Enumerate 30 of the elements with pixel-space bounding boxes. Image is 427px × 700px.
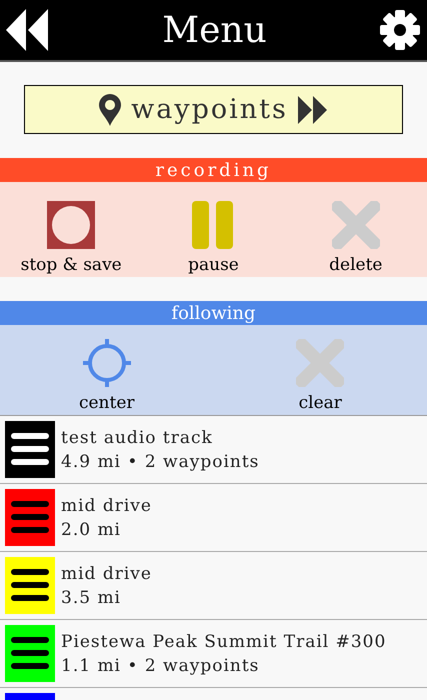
waypoints-button[interactable]: waypoints — [24, 85, 403, 134]
settings-button[interactable] — [378, 9, 421, 51]
section-title: following — [171, 302, 256, 324]
pause-icon — [192, 201, 234, 249]
track-name: mid drive — [61, 496, 152, 516]
track-name: mid drive — [61, 564, 152, 584]
track-item[interactable]: mid drive 2.0 mi — [0, 484, 427, 552]
pause-button[interactable]: pause — [142, 182, 285, 277]
center-button[interactable]: center — [0, 325, 214, 415]
map-pin-icon — [99, 94, 122, 126]
crosshair-icon — [82, 339, 131, 387]
track-item[interactable]: Piestewa Peak Summit Trail #300 1.1 mi • 2 waypoints — [0, 620, 427, 688]
close-icon — [296, 339, 344, 387]
track-name: test audio track — [61, 428, 214, 448]
section-title: recording — [155, 160, 272, 180]
stop-icon — [47, 201, 96, 249]
track-name: Piestewa Peak Summit Trail #300 — [61, 632, 386, 652]
track-details: 2.0 mi — [61, 520, 122, 540]
track-item[interactable]: mid drive 3.5 mi — [0, 552, 427, 620]
settings-icon — [378, 9, 421, 51]
back-button[interactable] — [6, 9, 50, 51]
rewind-icon — [6, 9, 50, 51]
track-item[interactable]: test audio track 4.9 mi • 2 waypoints — [0, 416, 427, 484]
close-icon — [332, 201, 380, 249]
track-details: 3.5 mi — [61, 588, 122, 608]
fast-forward-icon — [298, 96, 328, 124]
stop-button[interactable]: stop & save — [0, 182, 142, 277]
track-details: 4.9 mi • 2 waypoints — [61, 452, 260, 472]
track-details: 1.1 mi • 2 waypoints — [61, 656, 260, 676]
window-title: Menu — [162, 10, 267, 50]
